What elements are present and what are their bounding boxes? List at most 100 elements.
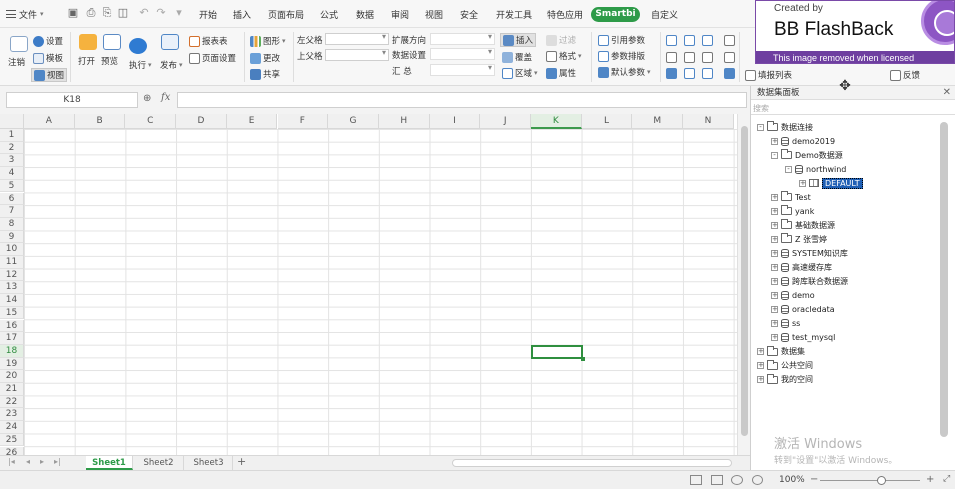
widget-icon[interactable] bbox=[724, 52, 735, 63]
row-header[interactable]: 18 bbox=[0, 344, 24, 358]
row-header[interactable]: 16 bbox=[0, 319, 24, 333]
prev-sheet-icon[interactable]: ◂ bbox=[26, 457, 30, 466]
top-parent-select[interactable] bbox=[325, 48, 389, 61]
tab-insert[interactable]: 插入 bbox=[233, 8, 251, 21]
row-header[interactable]: 17 bbox=[0, 332, 24, 345]
print-icon[interactable]: ⎘ bbox=[101, 7, 113, 19]
tab-review[interactable]: 审阅 bbox=[391, 8, 409, 21]
view-button[interactable]: 视图 bbox=[31, 68, 68, 82]
widget-icon[interactable] bbox=[702, 68, 713, 79]
row-header[interactable]: 22 bbox=[0, 395, 24, 409]
row-header[interactable]: 9 bbox=[0, 230, 24, 244]
row-header[interactable]: 21 bbox=[0, 383, 24, 396]
row-header[interactable]: 26 bbox=[0, 446, 24, 455]
expand-icon[interactable]: + bbox=[771, 249, 778, 257]
expand-icon[interactable]: + bbox=[757, 348, 764, 356]
column-header[interactable]: H bbox=[378, 114, 430, 129]
expand-icon[interactable]: + bbox=[757, 376, 764, 384]
fill-list-button[interactable]: 填报列表 bbox=[745, 69, 792, 81]
spreadsheet-grid[interactable]: ABCDEFGHIJKLMN 1 2 3 4 5 6 7 8 9 10 11 12 13 14 15 16 17… bbox=[0, 114, 737, 455]
checkbox-icon[interactable] bbox=[666, 68, 677, 79]
zoom-out-icon[interactable]: − bbox=[810, 474, 818, 485]
row-header[interactable]: 5 bbox=[0, 179, 24, 193]
widget-icon[interactable] bbox=[684, 52, 695, 63]
tree-item[interactable]: - Demo数据源 bbox=[771, 149, 843, 161]
row-header[interactable]: 8 bbox=[0, 217, 24, 231]
column-header[interactable]: L bbox=[581, 114, 633, 129]
widget-icon[interactable] bbox=[684, 35, 695, 46]
collapse-icon[interactable]: - bbox=[771, 151, 778, 159]
row-header[interactable]: 20 bbox=[0, 370, 24, 383]
settings-button[interactable]: 设置 bbox=[33, 35, 63, 47]
vertical-scrollbar[interactable] bbox=[737, 114, 750, 455]
widget-icon[interactable] bbox=[684, 68, 695, 79]
tree-item[interactable]: + DEFAULT bbox=[799, 177, 863, 189]
expand-icon[interactable]: + bbox=[771, 207, 778, 215]
tab-security[interactable]: 安全 bbox=[460, 8, 478, 21]
column-header[interactable]: D bbox=[176, 114, 227, 129]
row-header[interactable]: 19 bbox=[0, 357, 24, 371]
page-setup-button[interactable]: 页面设置 bbox=[189, 52, 236, 64]
param-order-button[interactable]: 参数排版 bbox=[598, 50, 645, 62]
logout-button[interactable]: 注销 bbox=[8, 56, 25, 68]
preview-icon[interactable]: ◫ bbox=[117, 7, 129, 19]
reading-mode-icon[interactable] bbox=[752, 475, 763, 485]
expand-icon[interactable]: + bbox=[771, 137, 778, 145]
row-header[interactable]: 12 bbox=[0, 268, 24, 282]
update-button[interactable]: 更改 bbox=[250, 52, 280, 64]
page-layout-icon[interactable] bbox=[711, 475, 723, 485]
next-sheet-icon[interactable]: ▸ bbox=[40, 457, 44, 466]
expand-icon[interactable]: + bbox=[771, 292, 778, 300]
column-header[interactable]: B bbox=[74, 114, 126, 129]
graph-button[interactable]: 图形 ▾ bbox=[250, 35, 286, 47]
print-preview-icon[interactable]: ⎙ bbox=[85, 7, 97, 19]
widget-icon[interactable] bbox=[724, 35, 735, 46]
row-header[interactable]: 14 bbox=[0, 294, 24, 307]
formula-input[interactable] bbox=[177, 92, 747, 108]
row-header[interactable]: 1 bbox=[0, 129, 24, 142]
cell-area[interactable] bbox=[24, 129, 737, 455]
default-param-button[interactable]: 默认参数 ▾ bbox=[598, 66, 651, 78]
column-header[interactable]: C bbox=[125, 114, 177, 129]
row-header[interactable]: 10 bbox=[0, 243, 24, 256]
row-header[interactable]: 4 bbox=[0, 167, 24, 180]
open-icon[interactable] bbox=[79, 34, 97, 50]
column-header[interactable]: F bbox=[277, 114, 329, 129]
row-header[interactable]: 2 bbox=[0, 141, 24, 155]
tree-item[interactable]: + 跨库联合数据源 bbox=[771, 276, 848, 288]
tree-item[interactable]: - northwind bbox=[785, 163, 846, 175]
tree-item[interactable]: + SYSTEM知识库 bbox=[771, 247, 848, 259]
expand-icon[interactable]: + bbox=[771, 221, 778, 229]
insert-button[interactable]: 插入 bbox=[500, 33, 537, 47]
expand-dir-select[interactable] bbox=[430, 32, 495, 45]
tree-item[interactable]: + oracledata bbox=[771, 304, 835, 316]
publish-button[interactable]: 发布 ▾ bbox=[160, 59, 183, 71]
column-header[interactable]: J bbox=[480, 114, 531, 129]
widget-icon[interactable] bbox=[702, 35, 713, 46]
save-icon[interactable]: ▣ bbox=[67, 7, 79, 19]
select-all-corner[interactable] bbox=[0, 114, 24, 129]
tree-item[interactable]: + ss bbox=[771, 318, 800, 330]
share-button[interactable]: 共享 bbox=[250, 68, 280, 80]
expand-icon[interactable]: + bbox=[799, 179, 806, 187]
column-header[interactable]: A bbox=[24, 114, 75, 129]
filter-button[interactable]: 过滤 bbox=[546, 34, 576, 46]
widget-icon[interactable] bbox=[666, 52, 677, 63]
collapse-icon[interactable]: - bbox=[785, 165, 792, 173]
column-header[interactable]: G bbox=[328, 114, 379, 129]
report-form-button[interactable]: 报表表 bbox=[189, 35, 228, 47]
expand-icon[interactable]: + bbox=[757, 362, 764, 370]
row-header[interactable]: 11 bbox=[0, 256, 24, 269]
tree-item[interactable]: + test_mysql bbox=[771, 332, 835, 344]
publish-icon[interactable] bbox=[161, 34, 179, 50]
template-button[interactable]: 模板 bbox=[33, 52, 63, 64]
tree-item[interactable]: - 数据连接 bbox=[757, 121, 813, 133]
widget-icon[interactable] bbox=[666, 35, 677, 46]
summary-select[interactable] bbox=[430, 63, 495, 76]
column-header[interactable]: K bbox=[531, 114, 582, 129]
tab-page-layout[interactable]: 页面布局 bbox=[268, 8, 304, 21]
format-button[interactable]: 格式 ▾ bbox=[546, 50, 582, 62]
normal-view-icon[interactable] bbox=[690, 475, 702, 485]
row-header[interactable]: 24 bbox=[0, 421, 24, 434]
row-header[interactable]: 3 bbox=[0, 154, 24, 168]
